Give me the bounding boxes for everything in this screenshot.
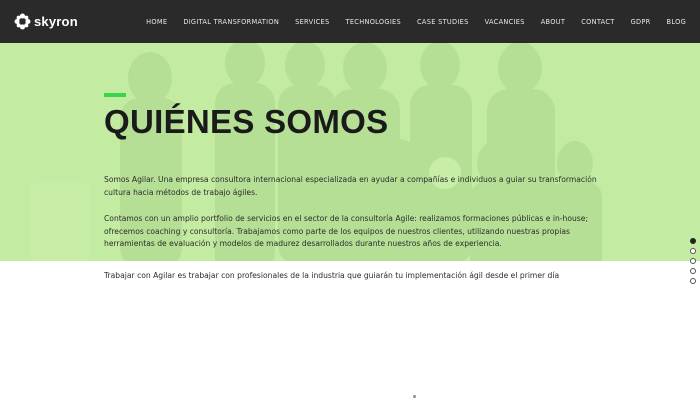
title-accent-bar [104, 93, 126, 97]
section-dot[interactable] [690, 248, 696, 254]
intro-paragraph: Somos Agilar. Una empresa consultora int… [104, 175, 597, 197]
top-navbar: skyron HOME DIGITAL TRANSFORMATION SERVI… [0, 0, 700, 43]
closing-paragraph: Trabajar con Agilar es trabajar con prof… [104, 271, 560, 280]
section-dot[interactable] [690, 238, 696, 244]
nav-gdpr[interactable]: GDPR [623, 18, 659, 26]
nav-case-studies[interactable]: CASE STUDIES [409, 18, 477, 26]
main-menu: HOME DIGITAL TRANSFORMATION SERVICES TEC… [138, 18, 686, 26]
section-dot[interactable] [690, 268, 696, 274]
nav-home[interactable]: HOME [138, 18, 175, 26]
section-dot[interactable] [690, 258, 696, 264]
brand-logo[interactable]: skyron [14, 13, 78, 30]
nav-about[interactable]: ABOUT [533, 18, 573, 26]
services-paragraph: Contamos con un amplio portfolio de serv… [104, 214, 588, 248]
nav-technologies[interactable]: TECHNOLOGIES [338, 18, 410, 26]
nav-contact[interactable]: CONTACT [573, 18, 622, 26]
brand-name: skyron [34, 14, 78, 29]
page-title: QUIÉNES SOMOS [104, 103, 389, 140]
scroll-indicator [413, 395, 416, 398]
nav-blog[interactable]: BLOG [659, 18, 686, 26]
section-dot[interactable] [690, 278, 696, 284]
gear-flower-icon [14, 13, 31, 30]
nav-digital-transformation[interactable]: DIGITAL TRANSFORMATION [175, 18, 287, 26]
nav-vacancies[interactable]: VACANCIES [477, 18, 533, 26]
nav-services[interactable]: SERVICES [287, 18, 337, 26]
section-nav-dots [690, 238, 696, 284]
